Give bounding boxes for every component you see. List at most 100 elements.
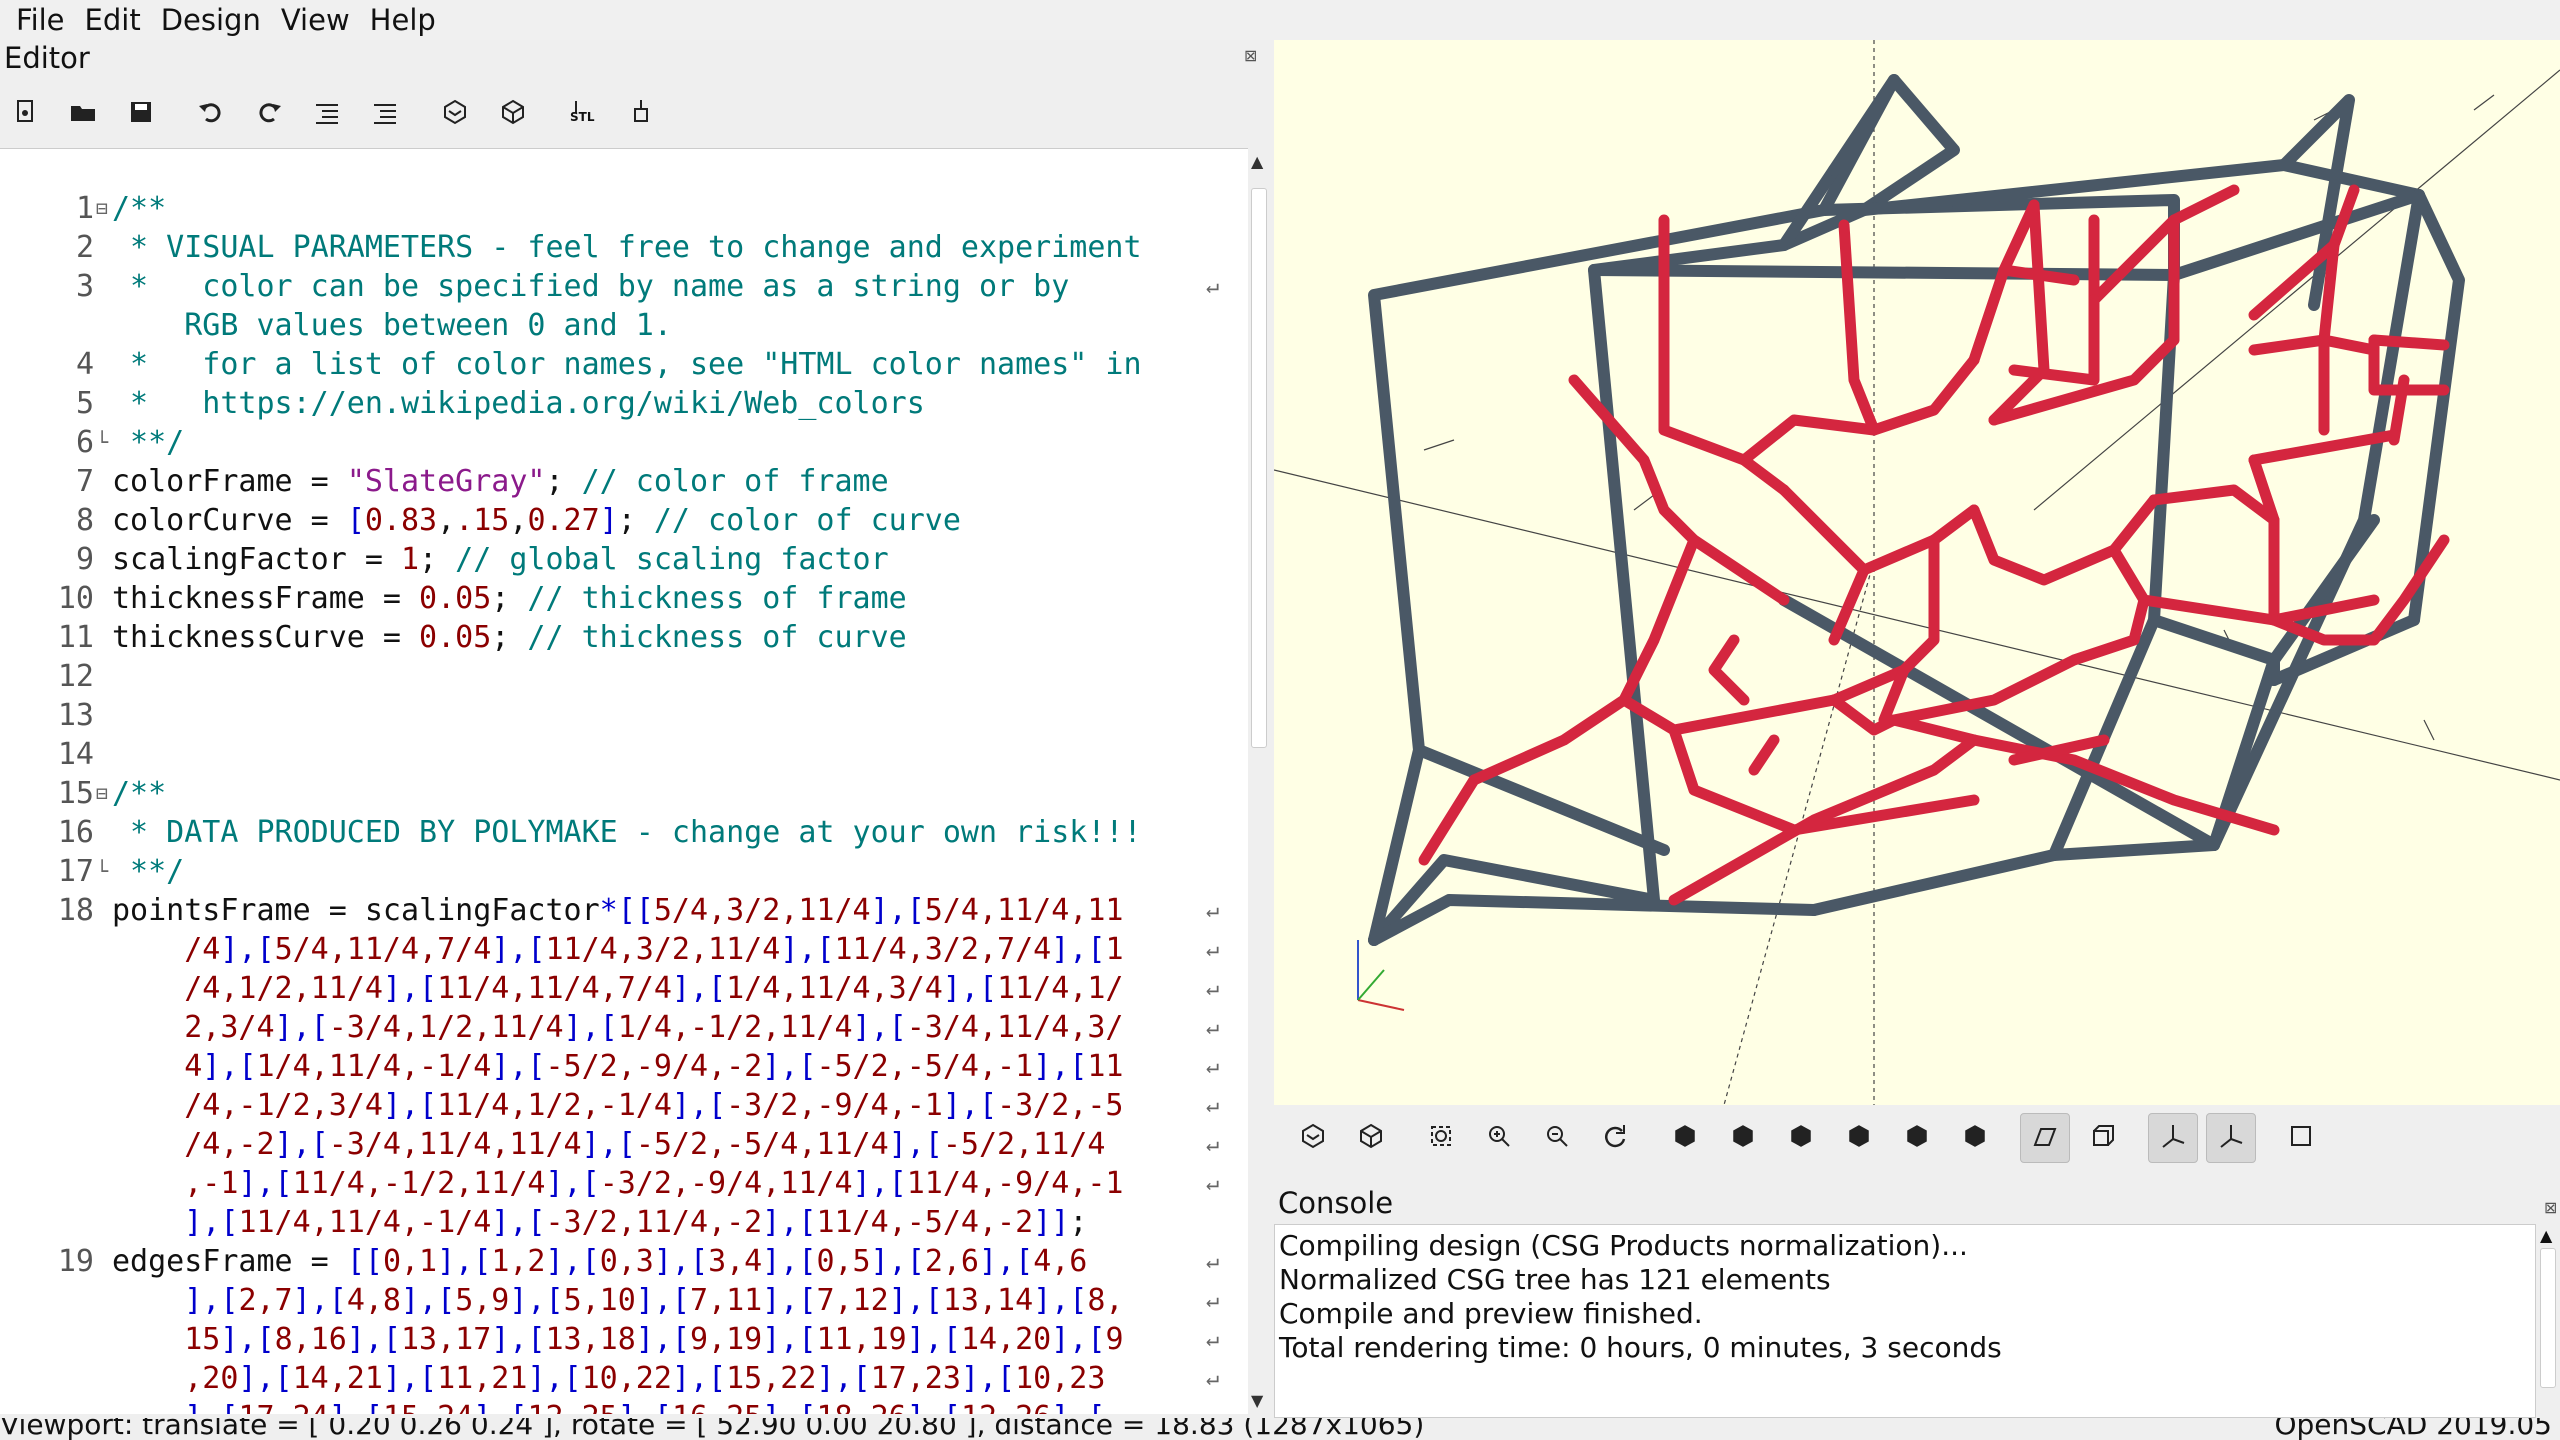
line-number: 5 [75,386,94,421]
fold-toggle-icon[interactable]: ⊟ [96,774,108,813]
code-token: ],[ [762,1049,817,1084]
code-token: 5,10 [563,1283,636,1318]
console-scroll-thumb[interactable] [2540,1248,2556,1388]
view-back-button[interactable] [1950,1113,2000,1163]
view-toolbar [1274,1105,2560,1171]
code-token: 1 [1105,932,1124,967]
console-scrollbar[interactable]: ▲ [2536,1224,2560,1418]
code-token: -3/2,-9/4,-1 [726,1088,943,1123]
code-token: ],[ [112,1205,239,1240]
view-all-button[interactable] [1416,1113,1466,1163]
code-token: ],[ [762,1244,817,1279]
reset-view-button[interactable] [1590,1113,1640,1163]
send-to-print-button[interactable] [616,89,666,139]
view-right-button[interactable] [1660,1113,1710,1163]
fold-toggle-icon[interactable]: ⊟ [96,189,108,228]
code-token: ],[ [907,1400,961,1414]
code-token: 13,17 [401,1322,492,1357]
render-icon [1356,1121,1386,1155]
show-scale-markers-icon [2216,1121,2246,1155]
code-text: 4],[1/4,11/4,-1/4],[-5/2,-9/4,-2],[-5/2,… [112,1047,1123,1086]
code-token: ],[ [979,1244,1034,1279]
preview-button[interactable] [430,89,480,139]
render-button[interactable] [1346,1113,1396,1163]
open-file-button[interactable] [58,89,108,139]
menu-bar: File Edit Design View Help [0,0,2560,40]
code-token: ]] [1033,1205,1070,1240]
code-token: 5/4,3/2,11/4 [653,893,871,928]
code-line: 14 [0,735,1250,774]
menu-file[interactable]: File [6,0,75,40]
view-front-button[interactable] [1892,1113,1942,1163]
console-output[interactable]: Compiling design (CSG Products normaliza… [1274,1224,2536,1418]
line-wrap-icon: ↵ [1206,1171,1220,1196]
code-line: ,20],[14,21],[11,21],[10,22],[15,22],[17… [0,1359,1250,1398]
code-text: thicknessFrame = 0.05; // thickness of f… [112,579,907,618]
indent-button[interactable] [360,89,410,139]
export-stl-button[interactable]: STL [558,89,608,139]
menu-edit[interactable]: Edit [75,0,151,40]
line-wrap-icon: ↵ [1206,1398,1219,1414]
code-line: 19 edgesFrame = [[0,1],[1,2],[0,3],[3,4],… [0,1242,1250,1281]
line-number: 10 [57,581,94,616]
show-axes-button[interactable] [2148,1113,2198,1163]
code-token: 13,14 [942,1283,1034,1318]
save-button[interactable] [116,89,166,139]
code-token: ],[ [762,1322,817,1357]
zoom-out-button[interactable] [1532,1113,1582,1163]
view-top-button[interactable] [1718,1113,1768,1163]
console-close-icon[interactable]: ⊠ [2544,1198,2557,1217]
code-token: 4,8 [346,1283,401,1318]
preview-button[interactable] [1288,1113,1338,1163]
perspective-button[interactable] [2020,1113,2070,1163]
view-bottom-button[interactable] [1776,1113,1826,1163]
code-token: 9,19 [690,1322,763,1357]
line-number: 6 [75,425,94,460]
code-token: ],[ [671,1361,727,1396]
menu-design[interactable]: Design [151,0,271,40]
show-edges-button[interactable] [2276,1113,2326,1163]
code-token: .15 [455,503,510,538]
undo-button[interactable] [186,89,236,139]
code-token: ],[ [509,1283,564,1318]
code-token: 0.05 [419,620,492,655]
code-text: colorFrame = "SlateGray"; // color of fr… [112,462,889,501]
reset-view-icon [1600,1121,1630,1155]
show-scale-markers-button[interactable] [2206,1113,2256,1163]
line-wrap-icon: ↵ [1206,937,1220,962]
menu-view[interactable]: View [271,0,360,40]
code-token: colorFrame = [112,464,347,499]
view-left-button[interactable] [1834,1113,1884,1163]
code-line: 13 [0,696,1250,735]
line-wrap-icon: ↵ [1206,1093,1220,1118]
code-text: /** [112,774,166,813]
orthogonal-button[interactable] [2078,1113,2128,1163]
render-button[interactable] [488,89,538,139]
code-token: ],[ [960,1361,1016,1396]
code-text: **/ [112,852,184,891]
scroll-down-icon[interactable]: ▼ [1251,1391,1263,1410]
code-token: ],[ [563,1010,618,1045]
code-token: ],[ [762,1205,817,1240]
code-line: 16 * DATA PRODUCED BY POLYMAKE - change … [0,813,1250,852]
code-text: /4],[5/4,11/4,7/4],[11/4,3/2,11/4],[11/4… [112,930,1124,969]
code-editor[interactable]: 1 ⊟/** 2 * VISUAL PARAMETERS - feel free t… [0,148,1250,1414]
editor-scrollbar[interactable]: ▲ ▼ [1248,148,1270,1414]
scroll-up-icon[interactable]: ▲ [2540,1226,2552,1245]
scroll-thumb[interactable] [1251,188,1267,748]
unindent-button[interactable] [302,89,352,139]
menu-help[interactable]: Help [360,0,446,40]
editor-close-icon[interactable]: ⊠ [1244,46,1257,65]
code-token: * color can be specified by name as a st… [112,269,1070,304]
line-wrap-icon: ↵ [1206,898,1220,923]
new-file-button[interactable] [0,89,50,139]
3d-viewport[interactable] [1274,40,2560,1105]
scroll-up-icon[interactable]: ▲ [1251,152,1263,171]
orthogonal-icon [2088,1121,2118,1155]
redo-button[interactable] [244,89,294,139]
console-title: Console [1278,1186,1394,1220]
zoom-in-button[interactable] [1474,1113,1524,1163]
code-token: // color of curve [653,503,961,538]
code-token: 16,25 [672,1400,762,1414]
line-number: 15 [57,776,94,811]
